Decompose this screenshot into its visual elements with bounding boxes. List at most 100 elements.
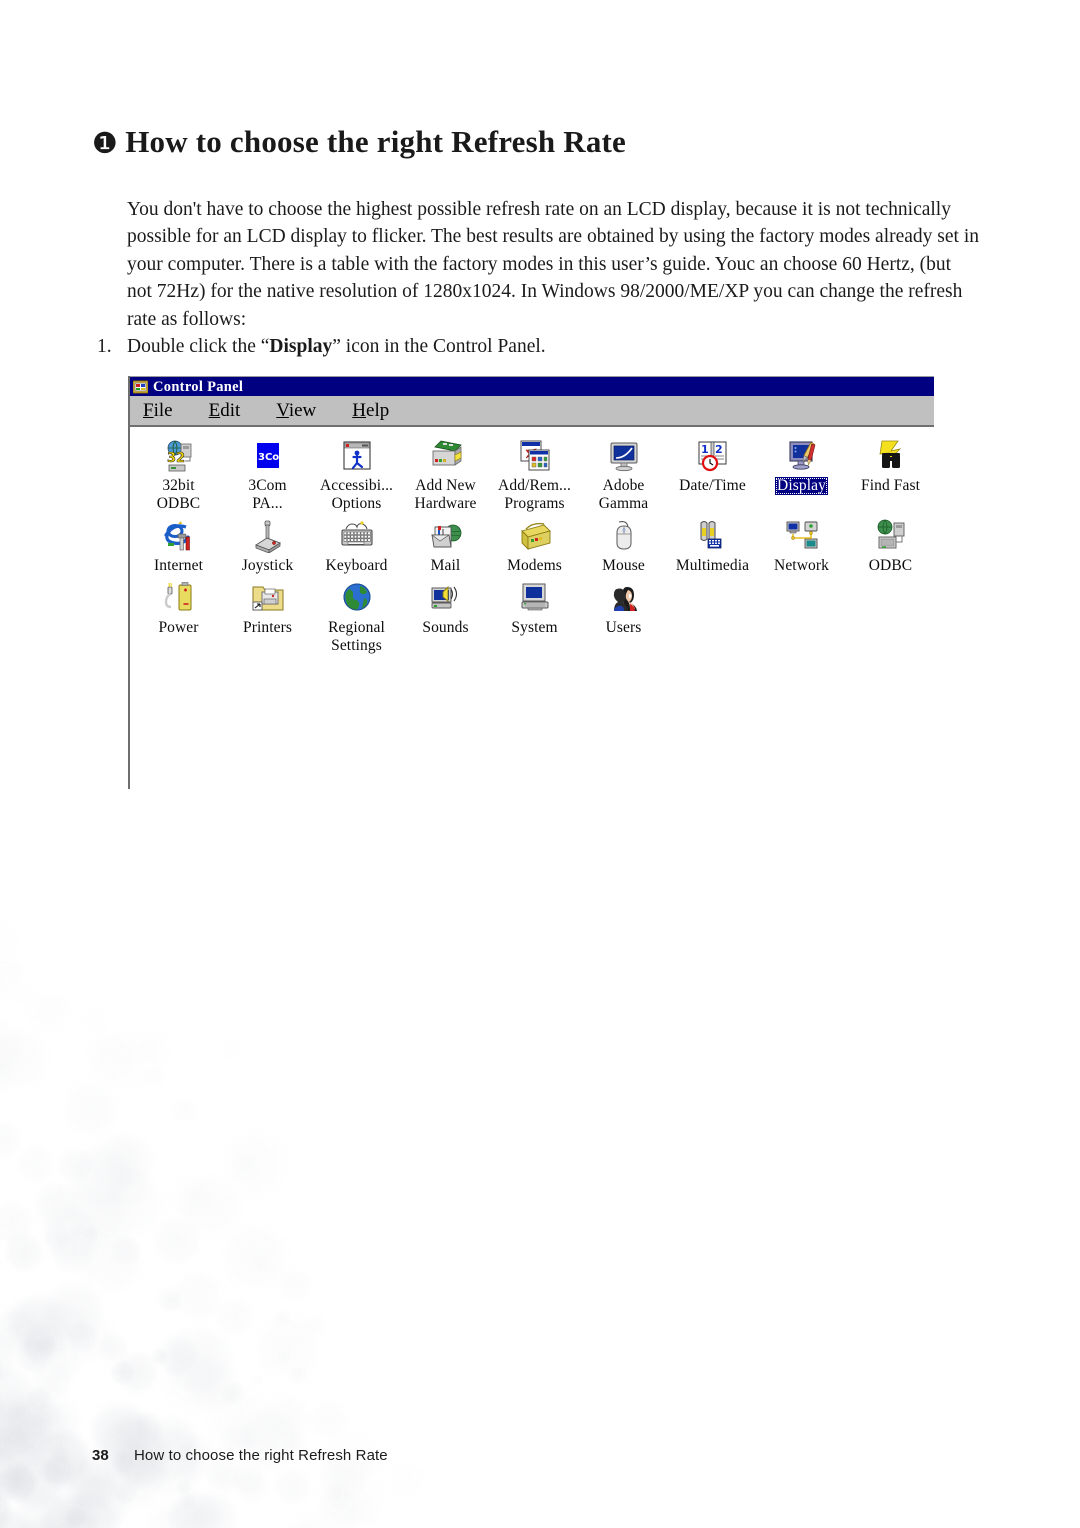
step-text-suffix: ” icon in the Control Panel.: [332, 336, 546, 357]
cp-item-regional-settings[interactable]: Regional Settings: [312, 575, 401, 655]
intro-paragraph: You don't have to choose the highest pos…: [127, 198, 980, 330]
cp-item-network[interactable]: Network: [757, 513, 846, 575]
svg-text:2: 2: [715, 443, 723, 456]
cp-item-label: Adobe Gamma: [598, 477, 649, 512]
sounds-icon: [429, 581, 463, 615]
control-panel-window: Control Panel File Edit View Help 32 32b…: [128, 376, 934, 789]
cp-item-power[interactable]: Power: [134, 575, 223, 637]
cp-item-label: Regional Settings: [328, 619, 385, 654]
cp-item-label: Mail: [430, 557, 461, 574]
cp-item-accessibility-options[interactable]: Accessibi... Options: [312, 433, 401, 513]
menu-item-help[interactable]: Help: [352, 400, 389, 421]
cp-item-label: Printers: [242, 619, 293, 636]
cp-item-multimedia[interactable]: Multimedia: [668, 513, 757, 575]
cp-item-label: 32bit ODBC: [156, 477, 201, 512]
keyboard-icon: [340, 519, 374, 553]
cp-item-label: Accessibi... Options: [319, 477, 394, 512]
step-number: 1.: [97, 336, 112, 357]
window-titlebar[interactable]: Control Panel: [130, 376, 934, 396]
cp-item-adobe-gamma[interactable]: Adobe Gamma: [579, 433, 668, 513]
cp-item-label: Power: [158, 619, 199, 636]
footer-title: How to choose the right Refresh Rate: [134, 1447, 388, 1464]
joystick-icon: [251, 519, 285, 554]
cp-item-label: Network: [774, 557, 829, 574]
cp-item-mouse[interactable]: Mouse: [579, 513, 668, 575]
printers-icon: [251, 581, 285, 615]
3com-pa-icon: 3Com: [251, 439, 289, 473]
svg-text:32: 32: [167, 451, 185, 466]
cp-item-modems[interactable]: Modems: [490, 513, 579, 575]
cp-item-find-fast[interactable]: Find Fast: [846, 433, 935, 495]
display-icon: [785, 439, 819, 473]
adobe-gamma-icon: [607, 439, 641, 473]
step-text-prefix: Double click the “: [127, 336, 270, 357]
section-number-bullet: ❶: [92, 125, 119, 160]
add-new-hardware-icon: [429, 439, 463, 473]
cp-item-sounds[interactable]: Sounds: [401, 575, 490, 637]
step-text: Double click the “Display” icon in the C…: [127, 333, 546, 360]
cp-item-label: Multimedia: [675, 557, 750, 574]
cp-item-label: Date/Time: [679, 477, 746, 494]
footer-page-number: 38: [92, 1447, 109, 1464]
cp-item-users[interactable]: Users: [579, 575, 668, 637]
cp-item-joystick[interactable]: Joystick: [223, 513, 312, 575]
date-time-icon: 1 2: [696, 439, 730, 473]
cp-item-label: Find Fast: [860, 477, 921, 494]
cp-item-32bit-odbc[interactable]: 32 32bit ODBC: [134, 433, 223, 513]
step-list: 1. Double click the “Display” icon in th…: [97, 333, 957, 360]
cp-item-label: Users: [605, 619, 642, 636]
page-title: ❶ How to choose the right Refresh Rate: [92, 124, 626, 160]
mail-icon: [429, 519, 463, 553]
cp-item-label: Modems: [507, 557, 562, 574]
document-page: ❶ How to choose the right Refresh Rate Yo…: [0, 0, 1080, 1528]
step-item: 1. Double click the “Display” icon in th…: [97, 333, 957, 360]
cp-item-mail[interactable]: Mail: [401, 513, 490, 575]
system-icon: [518, 581, 552, 615]
cp-item-date-time[interactable]: 1 2 Date/Time: [668, 433, 757, 495]
cp-item-label: Display: [775, 477, 828, 495]
odbc-32bit-icon: 32: [162, 439, 196, 473]
accessibility-options-icon: [340, 439, 374, 473]
cp-item-label: ODBC: [868, 557, 913, 574]
cp-item-label: Mouse: [602, 557, 645, 574]
step-text-emphasis: Display: [269, 336, 333, 357]
icon-row: Power Printers Regional Settings Sounds …: [130, 575, 934, 655]
find-fast-icon: [874, 439, 908, 473]
cp-item-3com-pa[interactable]: 3Com 3Com PA...: [223, 433, 312, 513]
internet-options-icon: [162, 519, 196, 553]
page-footer: 38 How to choose the right Refresh Rate: [92, 1447, 388, 1464]
cp-item-keyboard[interactable]: Keyboard: [312, 513, 401, 575]
cp-item-odbc[interactable]: ODBC: [846, 513, 935, 575]
icon-row: Internet Joystick Keyboard Mail Modems M…: [130, 513, 934, 575]
regional-settings-icon: [340, 581, 374, 615]
control-panel-folder-icon: [132, 380, 149, 394]
cp-item-add-new-hardware[interactable]: Add New Hardware: [401, 433, 490, 513]
cp-item-label: Add/Rem... Programs: [498, 477, 571, 512]
cp-item-printers[interactable]: Printers: [223, 575, 312, 637]
mouse-icon: [607, 519, 641, 553]
modems-icon: [518, 519, 552, 553]
menu-item-view[interactable]: View: [276, 400, 316, 421]
add-remove-programs-icon: [518, 439, 552, 473]
cp-item-system[interactable]: System: [490, 575, 579, 637]
power-management-icon: [162, 581, 196, 615]
menu-item-file[interactable]: File: [143, 400, 173, 421]
menu-item-edit[interactable]: Edit: [209, 400, 241, 421]
network-icon: [785, 519, 819, 553]
page-title-text: How to choose the right Refresh Rate: [125, 123, 627, 159]
window-title: Control Panel: [153, 378, 244, 395]
cp-item-label: Sounds: [422, 619, 469, 636]
cp-item-internet[interactable]: Internet: [134, 513, 223, 575]
users-icon: [607, 581, 641, 615]
cp-item-display[interactable]: Display: [757, 433, 846, 495]
cp-item-label: Joystick: [241, 557, 294, 574]
cp-item-label: System: [511, 619, 558, 636]
odbc-icon: [874, 519, 908, 553]
cp-item-add-remove-programs[interactable]: Add/Rem... Programs: [490, 433, 579, 513]
control-panel-icon-area: 32 32bit ODBC 3Com 3Com PA... Accessibi.…: [130, 427, 934, 789]
svg-text:3Com: 3Com: [258, 452, 285, 463]
icon-row: 32 32bit ODBC 3Com 3Com PA... Accessibi.…: [130, 433, 934, 513]
svg-text:1: 1: [701, 443, 709, 456]
cp-item-label: 3Com PA...: [248, 477, 287, 512]
cp-item-label: Keyboard: [325, 557, 388, 574]
